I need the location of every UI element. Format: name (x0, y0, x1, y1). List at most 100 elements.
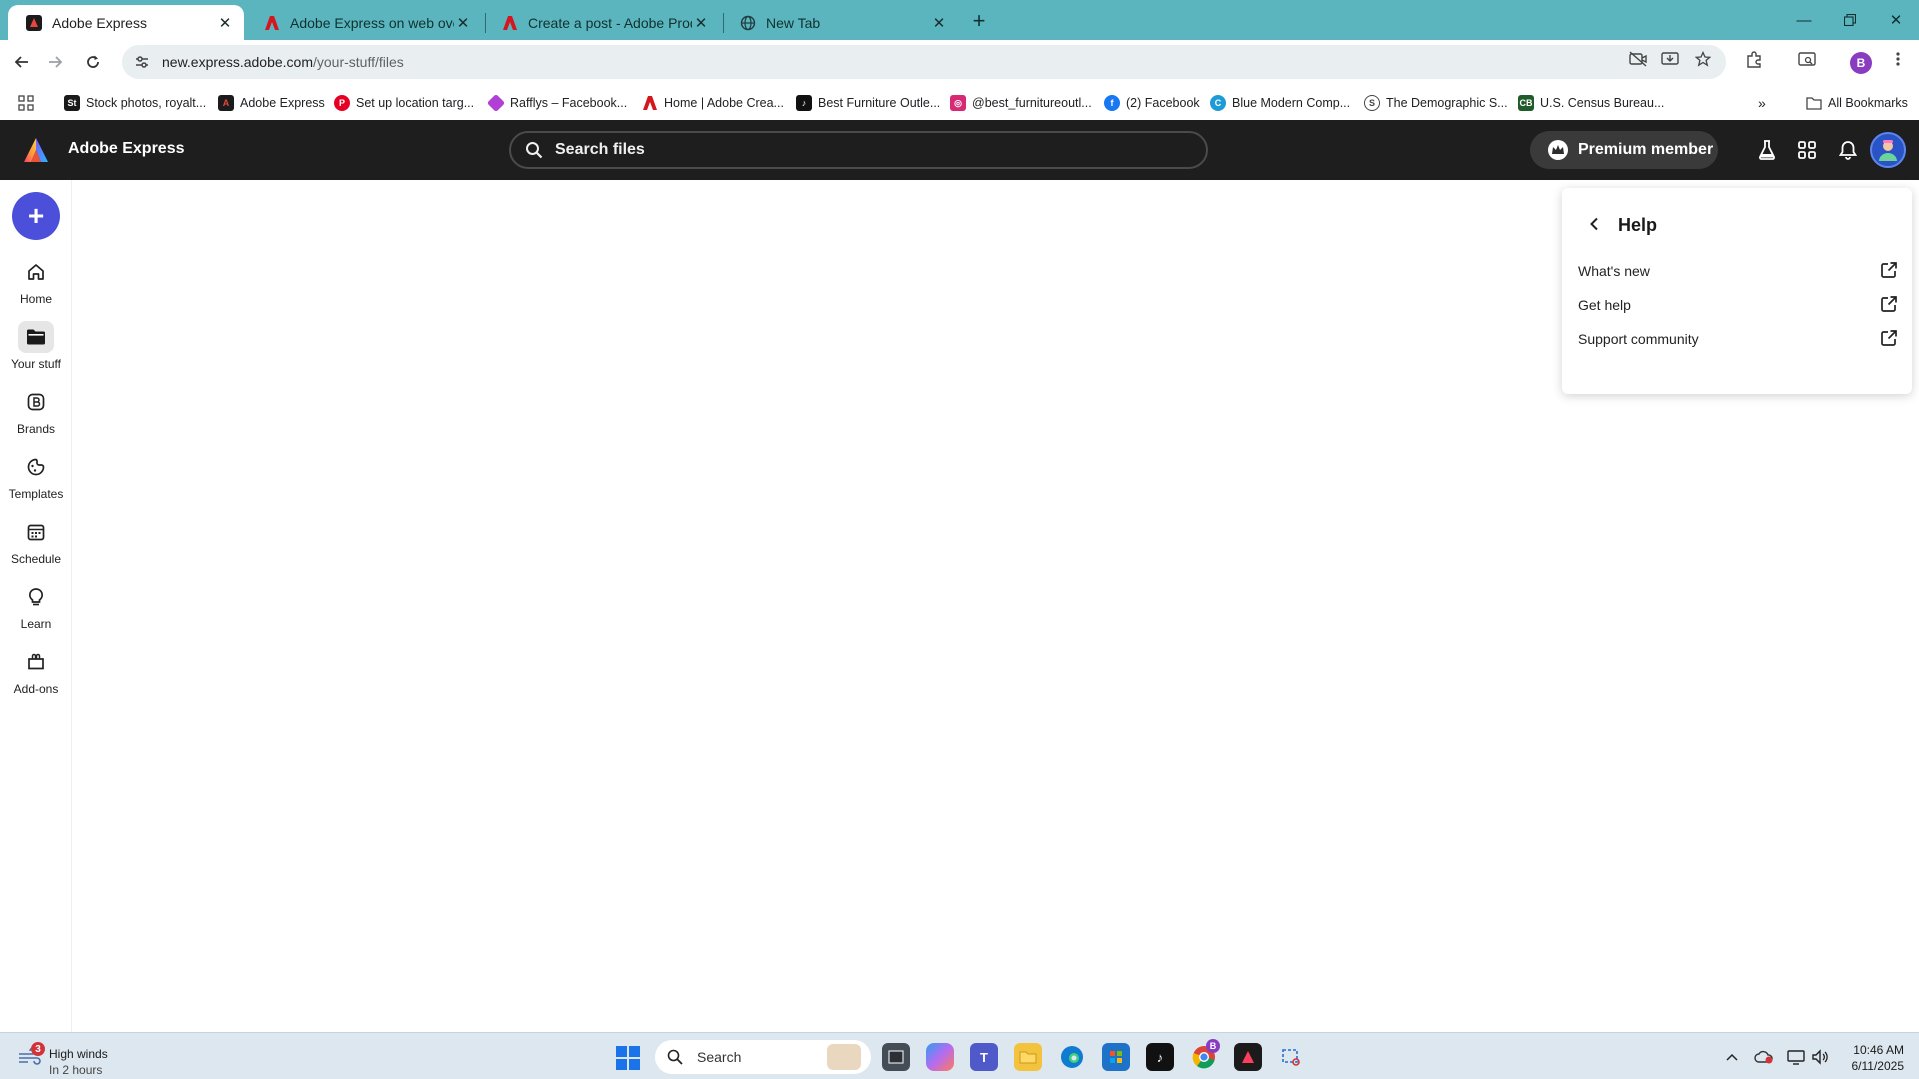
url-text: new.express.adobe.com/your-stuff/files (162, 54, 404, 70)
templates-icon (18, 451, 54, 483)
extensions-icon[interactable] (1744, 49, 1764, 69)
nav-learn[interactable]: Learn (0, 581, 72, 637)
nav-templates[interactable]: Templates (0, 451, 72, 507)
volume-icon[interactable] (1810, 1047, 1830, 1067)
notifications-bell-icon[interactable] (1836, 138, 1860, 162)
user-avatar[interactable] (1870, 132, 1906, 168)
snipping-tool-icon[interactable] (1278, 1043, 1306, 1071)
adobe-express-logo-icon[interactable] (22, 136, 50, 164)
folder-icon (1806, 95, 1822, 111)
back-arrow-icon[interactable] (7, 47, 37, 77)
chrome-icon[interactable]: B (1190, 1039, 1220, 1071)
site-info-icon[interactable] (132, 54, 152, 70)
create-new-button[interactable]: + (12, 192, 60, 240)
bookmark-demographic[interactable]: S The Demographic S... (1364, 94, 1508, 112)
help-item-get-help[interactable]: Get help (1578, 292, 1898, 318)
bookmark-label: Stock photos, royalt... (86, 96, 207, 110)
apps-grid-icon[interactable] (1795, 138, 1819, 162)
tab-title: Create a post - Adobe Product (528, 14, 692, 31)
bookmark-best-furniture[interactable]: ♪ Best Furniture Outle... (796, 94, 940, 112)
windows-taskbar: 3 High winds In 2 hours Search T ♪ B 10:… (0, 1032, 1919, 1079)
left-navigation-rail: + Home Your stuff Brands Templates Sched… (0, 180, 72, 1032)
minimize-icon[interactable]: — (1781, 0, 1827, 40)
bookmark-stock-photos[interactable]: St Stock photos, royalt... (64, 94, 206, 112)
bookmark-home-adobe[interactable]: Home | Adobe Crea... (642, 94, 784, 112)
close-tab-icon[interactable]: ✕ (930, 14, 948, 32)
clock-time: 10:46 AM (1853, 1043, 1904, 1057)
search-files-input[interactable]: Search files (509, 131, 1208, 169)
weather-widget[interactable]: 3 High winds In 2 hours (18, 1039, 148, 1077)
edge-icon[interactable] (1058, 1043, 1086, 1071)
bookmark-census[interactable]: CB U.S. Census Bureau... (1518, 94, 1664, 112)
close-tab-icon[interactable]: ✕ (454, 14, 472, 32)
bookmark-set-up-location[interactable]: P Set up location targ... (334, 94, 474, 112)
app-name[interactable]: Adobe Express (68, 140, 184, 158)
tab-create-a-post[interactable]: Create a post - Adobe Product ✕ (484, 5, 720, 40)
apps-grid-icon[interactable] (18, 94, 34, 112)
bookmark-facebook[interactable]: f (2) Facebook (1104, 94, 1200, 112)
restore-icon[interactable] (1827, 0, 1873, 40)
help-popover: Help What's new Get help Support communi… (1562, 188, 1912, 394)
task-view-icon[interactable] (882, 1043, 910, 1071)
brand-icon (18, 386, 54, 418)
reload-icon[interactable] (78, 47, 108, 77)
browser-profile-avatar[interactable]: B (1850, 52, 1872, 74)
help-item-support-community[interactable]: Support community (1578, 326, 1898, 352)
all-bookmarks-button[interactable]: All Bookmarks (1806, 94, 1908, 112)
menu-kebab-icon[interactable] (1888, 49, 1908, 69)
nav-add-ons[interactable]: Add-ons (0, 646, 72, 702)
address-bar[interactable]: new.express.adobe.com/your-stuff/files (122, 45, 1726, 79)
close-tab-icon[interactable]: ✕ (692, 14, 710, 32)
file-explorer-icon[interactable] (1014, 1043, 1042, 1071)
weather-title: High winds (49, 1047, 108, 1061)
close-window-icon[interactable]: ✕ (1873, 0, 1919, 40)
canva-icon: C (1210, 95, 1226, 111)
adobe-favicon-icon (502, 15, 518, 31)
tiktok-icon[interactable]: ♪ (1146, 1043, 1174, 1071)
tab-search-icon[interactable] (1797, 49, 1817, 69)
system-clock[interactable]: 10:46 AM 6/11/2025 (1832, 1042, 1905, 1074)
windows-start-icon[interactable] (616, 1046, 640, 1070)
teams-icon[interactable]: T (970, 1043, 998, 1071)
bookmark-instagram[interactable]: ◎ @best_furnitureoutl... (950, 94, 1092, 112)
adobe-express-taskbar-icon[interactable] (1234, 1043, 1262, 1071)
help-item-whats-new[interactable]: What's new (1578, 258, 1898, 284)
bookmark-label: Home | Adobe Crea... (664, 96, 784, 110)
chevron-left-icon[interactable] (1584, 214, 1604, 234)
close-tab-icon[interactable]: ✕ (216, 14, 234, 32)
tab-adobe-express-overview[interactable]: Adobe Express on web overvie ✕ (246, 5, 482, 40)
more-bookmarks-chevron-icon[interactable]: » (1758, 94, 1766, 112)
nav-your-stuff[interactable]: Your stuff (0, 321, 72, 377)
taskbar-search-box[interactable]: Search (655, 1040, 871, 1074)
onedrive-icon[interactable] (1754, 1047, 1774, 1067)
nav-schedule[interactable]: Schedule (0, 516, 72, 572)
camera-blocked-icon[interactable] (1628, 49, 1648, 69)
labs-flask-icon[interactable] (1755, 138, 1779, 162)
install-app-icon[interactable] (1660, 49, 1680, 69)
tab-new-tab[interactable]: New Tab ✕ (722, 5, 958, 40)
tab-adobe-express[interactable]: Adobe Express ✕ (8, 5, 244, 40)
stock-favicon-icon: St (64, 95, 80, 111)
copilot-icon[interactable] (926, 1043, 954, 1071)
network-icon[interactable] (1786, 1047, 1806, 1067)
chrome-profile-badge: B (1206, 1039, 1220, 1053)
bookmark-star-icon[interactable] (1693, 49, 1713, 69)
help-title: Help (1618, 215, 1658, 235)
instagram-icon: ◎ (950, 95, 966, 111)
bookmark-label: U.S. Census Bureau... (1540, 96, 1665, 110)
help-item-label: Support community (1578, 331, 1699, 347)
bookmark-rafflys[interactable]: Rafflys – Facebook... (486, 93, 627, 113)
external-link-icon (1880, 295, 1898, 316)
bookmark-blue-modern[interactable]: C Blue Modern Comp... (1210, 94, 1350, 112)
bookmark-adobe-express[interactable]: A Adobe Express (218, 94, 325, 112)
new-tab-plus-icon[interactable]: + (966, 8, 992, 34)
microsoft-store-icon[interactable] (1102, 1043, 1130, 1071)
nav-brands[interactable]: Brands (0, 386, 72, 442)
premium-crown-icon (1548, 140, 1568, 160)
nav-home[interactable]: Home (0, 256, 72, 312)
premium-member-button[interactable]: Premium member (1530, 131, 1718, 169)
search-placeholder: Search files (555, 141, 645, 158)
forward-arrow-icon[interactable] (40, 47, 70, 77)
nav-label: Schedule (10, 552, 62, 566)
show-hidden-icons-chevron-icon[interactable] (1722, 1047, 1742, 1067)
